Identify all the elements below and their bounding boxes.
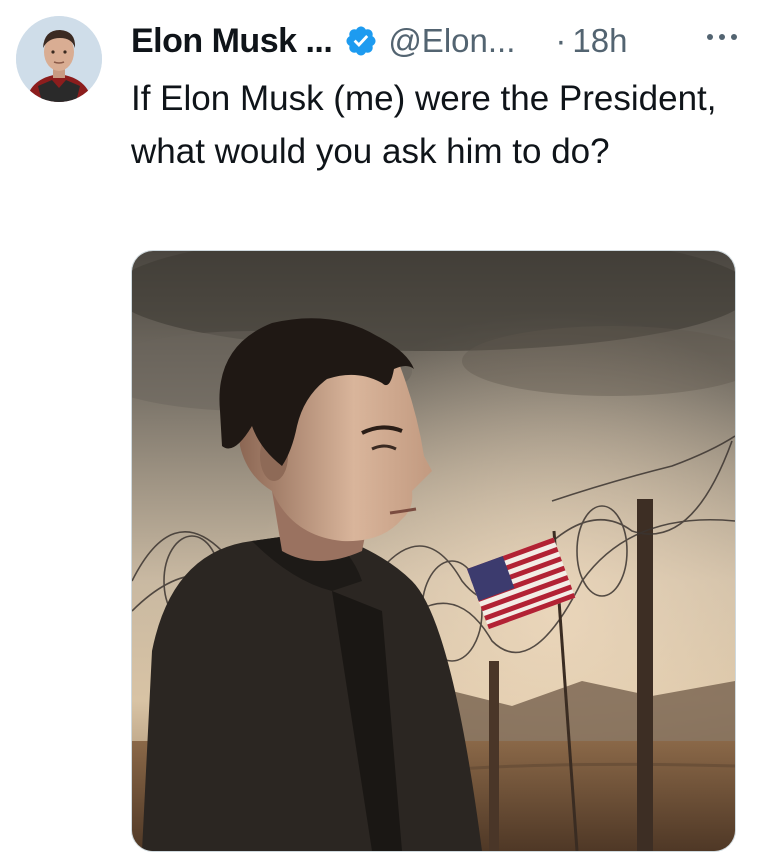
tweet-header: Elon Musk ... @Elon... · 18h bbox=[131, 18, 741, 64]
verified-badge-icon[interactable] bbox=[344, 24, 378, 58]
more-options-icon[interactable] bbox=[703, 22, 741, 52]
author-name[interactable]: Elon Musk ... bbox=[131, 22, 333, 61]
tweet-media[interactable] bbox=[131, 250, 736, 852]
tweet-image bbox=[132, 251, 735, 851]
avatar[interactable] bbox=[16, 16, 102, 102]
author-handle[interactable]: @Elon... bbox=[388, 22, 515, 60]
separator-dot: · bbox=[555, 22, 567, 59]
tweet[interactable]: Elon Musk ... @Elon... · 18h If Elon Mus… bbox=[0, 0, 771, 852]
timestamp[interactable]: 18h bbox=[572, 22, 627, 60]
avatar-image bbox=[16, 16, 102, 102]
tweet-text: If Elon Musk (me) were the President, wh… bbox=[131, 79, 717, 171]
